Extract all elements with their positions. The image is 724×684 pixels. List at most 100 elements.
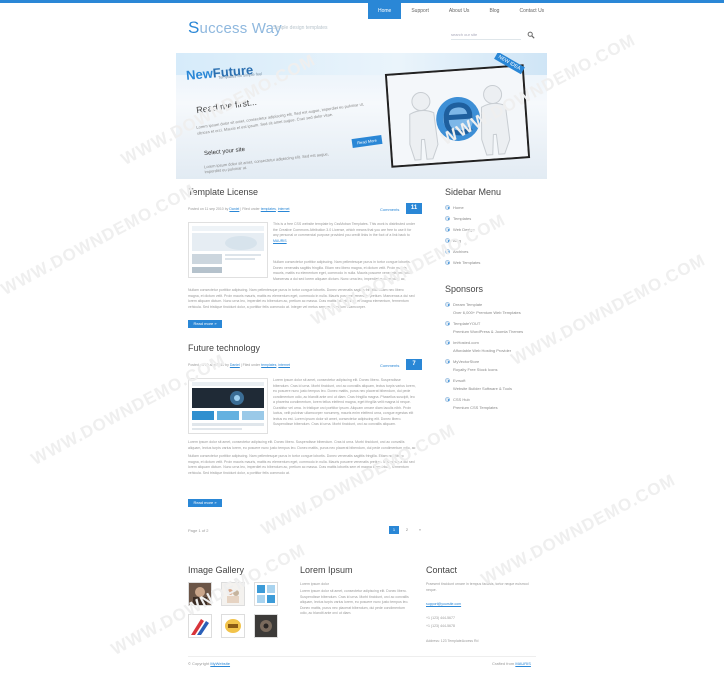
sponsor-link[interactable]: ImHosted.com (445, 340, 479, 345)
contact-phone: +1 (123) 444-5678 (426, 624, 455, 628)
nav-about-us[interactable]: About Us (439, 3, 480, 19)
arrow-icon (445, 302, 450, 307)
gallery-title: Image Gallery (188, 565, 245, 575)
banner-illustration (387, 66, 528, 166)
contact-phone: +1 (123) 444-5677 (426, 616, 455, 620)
sponsor-description: Royalty Free Stock Icons (453, 367, 498, 372)
search-icon[interactable] (527, 31, 535, 39)
banner-heading: Read me first... (195, 96, 258, 116)
logo-initial: S (188, 18, 200, 37)
search-input[interactable]: search our site (451, 31, 521, 40)
post-paragraph: Nullam consectetur porttitor adipiscing.… (188, 288, 415, 309)
sponsor-link[interactable]: Dream Template (445, 302, 482, 307)
post-inline-link[interactable]: MAURIS (273, 239, 287, 243)
sponsor-description: Website Builder Software & Tools (453, 386, 512, 391)
comments-label[interactable]: Comments (380, 363, 399, 368)
post-paragraph: Lorem ipsum dolor sit amet, consectetur … (273, 378, 416, 426)
sidebar-item-home[interactable]: Home (445, 205, 464, 210)
meta-category-link[interactable]: templates (261, 207, 276, 211)
post-title[interactable]: Template License (188, 187, 258, 197)
sidebar-item-label: Web Templates (453, 260, 481, 265)
post-paragraph: Nullam consectetur porttitor adipiscing.… (188, 454, 415, 475)
gallery-image[interactable] (188, 582, 212, 606)
sidebar-item-archives[interactable]: Archives (445, 249, 468, 254)
sponsor-link[interactable]: TemplateYOUT (445, 321, 480, 326)
page-2[interactable]: 2 (402, 526, 412, 534)
next-page[interactable]: » (415, 526, 425, 534)
read-more-button[interactable]: Read more » (188, 499, 222, 507)
sidebar-item-label: Templates (453, 216, 472, 221)
post-paragraph: This is a free CSS website template by C… (273, 222, 416, 258)
lorem-text: Lorem ipsum dolor sit amet, consectetur … (300, 589, 409, 615)
banner-read-more-button[interactable]: Read More (351, 134, 383, 149)
contact-text: Praesent tincidunt ornare in tempus faci… (426, 582, 529, 592)
sidebar-item-blog[interactable]: Blog (445, 238, 461, 243)
sponsor-link[interactable]: MyVectorStore (445, 359, 479, 364)
sponsor-link[interactable]: Evrsoft (445, 378, 465, 383)
comments-count-badge[interactable]: 11 (406, 203, 422, 214)
arrow-icon (445, 321, 450, 326)
copyright-link[interactable]: MyWebsite (210, 661, 230, 666)
post-thumbnail[interactable] (188, 222, 268, 278)
post-thumbnail[interactable] (188, 378, 268, 434)
nav-support[interactable]: Support (401, 3, 439, 19)
gallery-image[interactable] (254, 582, 278, 606)
gallery-image[interactable] (254, 614, 278, 638)
meta-posted: Posted on 11 sep 2010 by (188, 207, 229, 211)
read-more-button[interactable]: Read more » (188, 320, 222, 328)
credit-text: Crafted from (492, 661, 515, 666)
post-paragraph: Lorem ipsum dolor sit amet, consectetur … (188, 440, 416, 450)
sidebar-item-web-templates[interactable]: Web Templates (445, 260, 480, 265)
comments-label[interactable]: Comments (380, 207, 399, 212)
sponsor-name: Dream Template (453, 302, 483, 307)
banner-photo (384, 64, 531, 168)
arrow-icon (445, 216, 450, 221)
arrow-icon (445, 227, 450, 232)
meta-author-link[interactable]: Daniel (230, 363, 240, 367)
gallery-image[interactable] (221, 614, 245, 638)
arrow-icon (445, 249, 450, 254)
comments-count-badge[interactable]: 7 (406, 359, 422, 370)
pagination: 1 2 » (389, 526, 425, 534)
post-paragraph: Nullam consectetur porttitor adipiscing.… (273, 260, 411, 281)
sidebar-item-label: Web Design (453, 227, 475, 232)
arrow-icon (445, 378, 450, 383)
credit-link[interactable]: MAURIS (515, 661, 531, 666)
copyright: © Copyright MyWebsite (188, 661, 230, 666)
watermark: WWW.DOWNDEMO.COM (478, 470, 679, 589)
main-nav: Home Support About Us Blog Contact Us (368, 3, 554, 19)
arrow-icon (445, 260, 450, 265)
sponsor-name: TemplateYOUT (453, 321, 481, 326)
sponsor-description: Affordable Web Hosting Provider (453, 348, 512, 353)
meta-author-link[interactable]: Daniel (229, 207, 239, 211)
meta-category-link[interactable]: templates (261, 363, 276, 367)
nav-contact-us[interactable]: Contact Us (509, 3, 554, 19)
top-accent-bar (0, 0, 724, 3)
meta-category-link[interactable]: internet (278, 207, 290, 211)
page-1[interactable]: 1 (389, 526, 399, 534)
gallery-photo-stripes (189, 615, 211, 637)
sponsors-title: Sponsors (445, 284, 484, 294)
sponsor-description: Premium CSS Templates (453, 405, 498, 410)
meta-category-link[interactable]: internet (278, 363, 290, 367)
nav-blog[interactable]: Blog (479, 3, 509, 19)
contact-address: Address: 123 TemplateAccess Rd (426, 639, 479, 643)
sidebar-item-templates[interactable]: Templates (445, 216, 471, 221)
page-count: Page 1 of 2 (188, 528, 209, 533)
watermark: WWW.DOWNDEMO.COM (0, 180, 199, 299)
contact-email-link[interactable]: support@yoursite.com (426, 602, 461, 608)
arrow-icon (445, 238, 450, 243)
watermark: WWW.DOWNDEMO.COM (508, 250, 709, 369)
sponsor-name: Evrsoft (453, 378, 466, 383)
post-thumbnail-image (189, 223, 267, 277)
post-title[interactable]: Future technology (188, 343, 260, 353)
sidebar-item-web-design[interactable]: Web Design (445, 227, 475, 232)
gallery-image[interactable] (188, 614, 212, 638)
nav-home[interactable]: Home (368, 3, 402, 19)
sponsor-name: MyVectorStore (453, 359, 480, 364)
gallery-image[interactable] (221, 582, 245, 606)
post-paragraph-text: This is a free CSS website template by C… (273, 222, 416, 237)
site-logo[interactable]: Success Way (188, 18, 282, 38)
sponsor-link[interactable]: CSS Hub (445, 397, 470, 402)
sponsor-description: Premium WordPress & Joomla Themes (453, 329, 524, 334)
